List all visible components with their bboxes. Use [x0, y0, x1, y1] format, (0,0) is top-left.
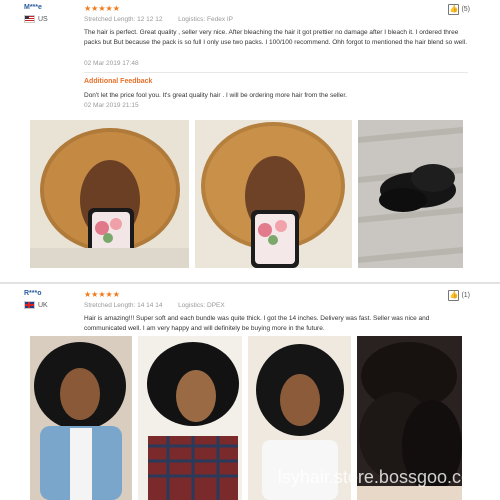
helpful-count: (5): [461, 6, 470, 13]
person-photo-icon: [138, 336, 242, 500]
order-meta: Stretched Length: 12 12 12 Logistics: Fe…: [84, 16, 233, 23]
divider: [84, 72, 468, 73]
review-separator: [0, 282, 500, 284]
thumbs-up-icon: 👍: [448, 290, 460, 301]
logistics-label: Logistics:: [178, 16, 206, 23]
reviewer-country: UK: [24, 301, 48, 309]
logistics-value: DPEX: [207, 302, 225, 309]
selfie-photo-icon: [195, 120, 352, 268]
logistics-label: Logistics:: [178, 302, 206, 309]
additional-feedback-text: Don't let the price fool you. It's great…: [84, 92, 347, 99]
stretched-length-label: Stretched Length:: [84, 302, 136, 309]
person-photo-icon: [30, 336, 132, 500]
review-photo-2[interactable]: [138, 336, 242, 500]
review-photo-3[interactable]: [358, 120, 463, 268]
thumbs-up-icon: 👍: [448, 4, 460, 15]
order-meta: Stretched Length: 14 14 14 Logistics: DP…: [84, 302, 225, 309]
review-text: Hair is amazing!!! Super soft and each b…: [84, 315, 430, 332]
additional-feedback-title: Additional Feedback: [84, 78, 153, 85]
us-flag-icon: [24, 15, 35, 23]
star-rating: ★★★★★: [84, 4, 120, 13]
review-photo-1[interactable]: [30, 120, 189, 268]
star-rating: ★★★★★: [84, 290, 120, 299]
stretched-length-value: 12 12 12: [137, 16, 163, 23]
uk-flag-icon: [24, 301, 35, 309]
country-label: UK: [38, 301, 48, 309]
stretched-length-label: Stretched Length:: [84, 16, 136, 23]
review-date: 02 Mar 2019 17:48: [84, 60, 139, 67]
review-photo-1[interactable]: [30, 336, 132, 500]
reviewer-name[interactable]: R***o: [24, 290, 42, 297]
helpful-button[interactable]: 👍 (5): [448, 4, 470, 15]
helpful-button[interactable]: 👍 (1): [448, 290, 470, 301]
reviewer-country: US: [24, 15, 48, 23]
helpful-count: (1): [461, 292, 470, 299]
stretched-length-value: 14 14 14: [137, 302, 163, 309]
selfie-photo-icon: [30, 120, 189, 268]
reviewer-name[interactable]: M***e: [24, 4, 42, 11]
review-text: The hair is perfect. Great quality , sel…: [84, 29, 467, 46]
watermark-text: lsyhair.store.bossgoo.com: [277, 467, 486, 487]
hair-bundle-photo-icon: [358, 120, 463, 268]
logistics-value: Fedex IP: [207, 16, 234, 23]
review-photo-2[interactable]: [195, 120, 352, 268]
additional-feedback-date: 02 Mar 2019 21:15: [84, 102, 139, 109]
country-label: US: [38, 15, 48, 23]
review-1: M***e US ★★★★★ Stretched Length: 12 12 1…: [0, 0, 500, 278]
